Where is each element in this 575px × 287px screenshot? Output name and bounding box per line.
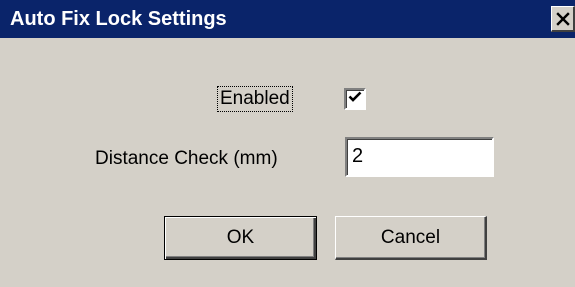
- distance-check-input[interactable]: 2: [345, 137, 494, 177]
- enabled-checkbox[interactable]: [344, 88, 366, 110]
- title-bar: Auto Fix Lock Settings: [0, 0, 575, 38]
- dialog-window: Auto Fix Lock Settings Enabled Distance …: [0, 0, 575, 287]
- ok-button[interactable]: OK: [164, 216, 317, 260]
- window-title: Auto Fix Lock Settings: [10, 8, 227, 30]
- enabled-label[interactable]: Enabled: [217, 86, 293, 112]
- close-button[interactable]: [551, 6, 575, 32]
- close-icon: [555, 11, 570, 26]
- distance-check-label: Distance Check (mm): [95, 148, 278, 169]
- cancel-button[interactable]: Cancel: [335, 216, 487, 260]
- checkmark-icon: [348, 90, 362, 109]
